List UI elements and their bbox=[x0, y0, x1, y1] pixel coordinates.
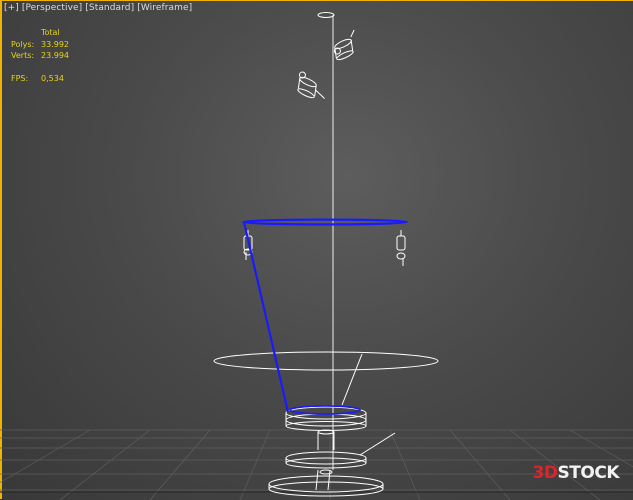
support-strut bbox=[341, 353, 363, 406]
watermark-prefix: 3D bbox=[532, 463, 558, 483]
watermark-suffix: STOCK bbox=[557, 463, 620, 483]
selected-object-highlight[interactable] bbox=[241, 218, 409, 415]
mid-ring bbox=[213, 351, 439, 371]
selected-top-ring bbox=[241, 218, 409, 226]
chandelier-wireframe[interactable] bbox=[213, 12, 439, 497]
canopy-ring bbox=[317, 12, 335, 18]
spotlight-upper-left bbox=[297, 71, 325, 99]
watermark-logo: 3DSTOCK bbox=[532, 463, 620, 483]
spotlight-upper-right bbox=[333, 29, 355, 61]
side-lamp-right bbox=[396, 230, 406, 266]
viewport-scene[interactable] bbox=[0, 0, 633, 500]
